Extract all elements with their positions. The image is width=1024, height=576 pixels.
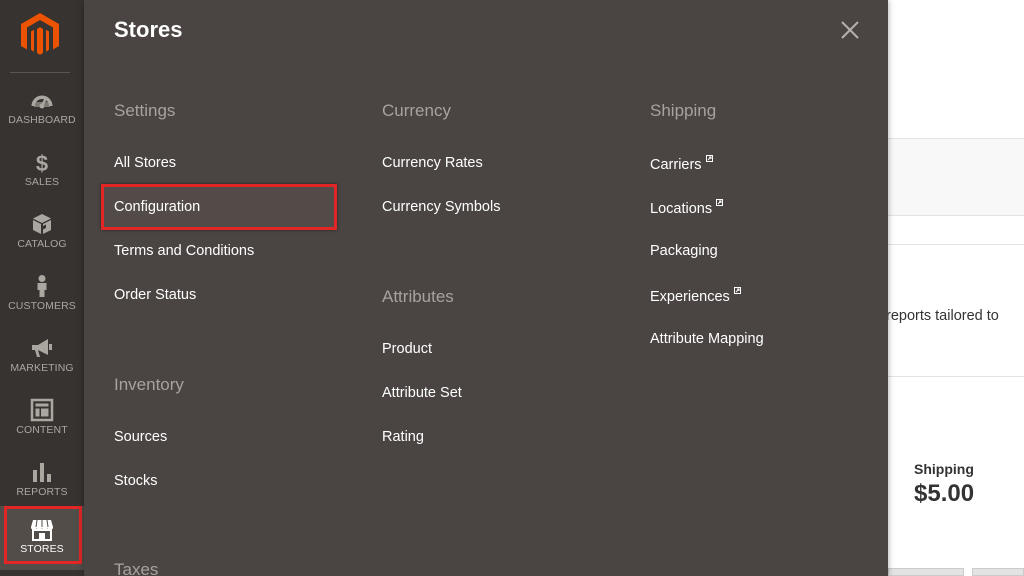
- link-currency-rates[interactable]: Currency Rates: [382, 155, 483, 171]
- background-header-band: [888, 138, 1024, 216]
- nav-item-catalog[interactable]: CATALOG: [0, 212, 84, 270]
- background-tab[interactable]: [972, 568, 1024, 576]
- external-link-icon: [716, 199, 724, 206]
- link-attribute-mapping[interactable]: Attribute Mapping: [650, 331, 764, 347]
- dollar-icon: $: [36, 151, 48, 174]
- nav-item-sales[interactable]: $ SALES: [0, 150, 84, 208]
- admin-sidebar: DASHBOARD $ SALES CATALOG CUSTOMERS MARK…: [0, 0, 84, 576]
- link-stocks[interactable]: Stocks: [114, 473, 158, 489]
- external-link-icon: [705, 155, 713, 162]
- link-experiences[interactable]: Experiences: [650, 287, 741, 305]
- magento-logo-icon[interactable]: [20, 12, 60, 58]
- nav-label: SALES: [24, 176, 60, 188]
- bar-chart-icon: [33, 463, 51, 482]
- svg-text:$: $: [36, 151, 48, 174]
- link-locations[interactable]: Locations: [650, 199, 724, 217]
- nav-label: MARKETING: [10, 362, 74, 374]
- link-all-stores[interactable]: All Stores: [114, 155, 176, 171]
- nav-label: CONTENT: [16, 424, 68, 436]
- background-reports-text: reports tailored to: [886, 308, 999, 324]
- section-title-settings: Settings: [114, 101, 176, 120]
- link-label: Experiences: [650, 289, 730, 305]
- nav-label: CUSTOMERS: [8, 300, 76, 312]
- link-sources[interactable]: Sources: [114, 429, 167, 445]
- nav-label: DASHBOARD: [8, 114, 76, 126]
- megaphone-icon: [32, 339, 52, 357]
- link-rating[interactable]: Rating: [382, 429, 424, 445]
- link-attribute-set[interactable]: Attribute Set: [382, 385, 462, 401]
- background-divider: [888, 244, 1024, 245]
- background-divider: [888, 376, 1024, 377]
- nav-item-content[interactable]: CONTENT: [0, 398, 84, 456]
- panel-title: Stores: [114, 17, 183, 42]
- nav-item-marketing[interactable]: MARKETING: [0, 336, 84, 394]
- shipping-value: $5.00: [914, 480, 975, 507]
- background-tab[interactable]: [888, 568, 964, 576]
- link-label: Carriers: [650, 157, 702, 173]
- stores-highlight-box: [4, 506, 82, 564]
- section-title-currency: Currency: [382, 101, 451, 120]
- section-title-shipping: Shipping: [650, 101, 717, 120]
- link-label: Locations: [650, 201, 713, 217]
- section-title-taxes: Taxes: [114, 560, 159, 576]
- stores-flyout-panel: Stores Settings All Stores Configuration…: [84, 0, 888, 576]
- link-configuration[interactable]: Configuration: [114, 199, 200, 215]
- nav-label: REPORTS: [16, 486, 68, 498]
- close-icon[interactable]: [838, 18, 862, 42]
- cube-icon: [33, 214, 51, 234]
- link-carriers[interactable]: Carriers: [650, 155, 713, 173]
- logo-divider: [10, 72, 70, 73]
- layout-icon: [30, 398, 54, 422]
- nav-item-customers[interactable]: CUSTOMERS: [0, 274, 84, 332]
- section-title-inventory: Inventory: [114, 375, 184, 394]
- link-packaging[interactable]: Packaging: [650, 243, 718, 259]
- link-terms-and-conditions[interactable]: Terms and Conditions: [114, 243, 254, 259]
- link-order-status[interactable]: Order Status: [114, 287, 196, 303]
- nav-item-dashboard[interactable]: DASHBOARD: [0, 88, 84, 146]
- shipping-label: Shipping: [914, 461, 974, 477]
- dashboard-icon: [31, 95, 53, 109]
- link-currency-symbols[interactable]: Currency Symbols: [382, 199, 500, 215]
- nav-label: CATALOG: [17, 238, 67, 250]
- external-link-icon: [733, 287, 741, 294]
- link-product[interactable]: Product: [382, 341, 432, 357]
- person-icon: [37, 275, 47, 297]
- section-title-attributes: Attributes: [382, 287, 454, 306]
